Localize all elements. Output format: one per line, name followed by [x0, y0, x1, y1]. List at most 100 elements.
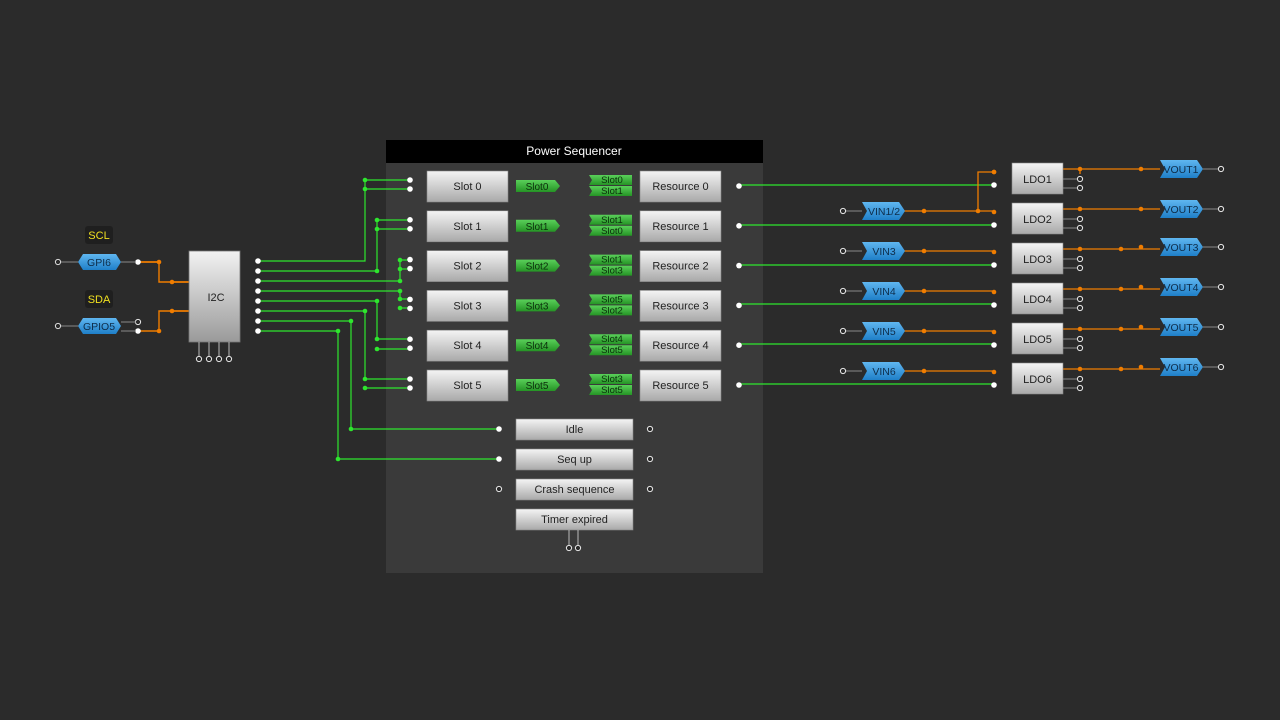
- ldo-enable-port[interactable]: [991, 342, 997, 348]
- slot-input-port[interactable]: [407, 226, 413, 232]
- slot-input-port[interactable]: [407, 217, 413, 223]
- gpio5-port[interactable]: [135, 328, 141, 334]
- crash-input-port[interactable]: [495, 485, 503, 493]
- slot-block-0[interactable]: Slot 0: [426, 170, 509, 203]
- i2c-bottom-port[interactable]: [205, 355, 213, 363]
- i2c-block[interactable]: I2C: [188, 250, 241, 356]
- i2c-bottom-port[interactable]: [225, 355, 233, 363]
- slot-block-2[interactable]: Slot 2: [426, 250, 509, 282]
- resource-input-tags-1[interactable]: Slot1Slot0: [589, 214, 632, 237]
- i2c-output-port[interactable]: [255, 278, 261, 284]
- vin-input-port[interactable]: [839, 287, 847, 295]
- vin-input-port[interactable]: [839, 207, 847, 215]
- i2c-output-port[interactable]: [255, 268, 261, 274]
- i2c-bottom-port[interactable]: [215, 355, 223, 363]
- vout-output-port[interactable]: [1217, 363, 1225, 371]
- slot-output-tag-5[interactable]: Slot5: [516, 379, 560, 392]
- ldo-aux-port[interactable]: [1076, 344, 1084, 352]
- ldo-enable-port[interactable]: [991, 222, 997, 228]
- control-output-port[interactable]: [646, 485, 654, 493]
- gpio5-pin[interactable]: GPIO5: [54, 318, 136, 334]
- slot-block-3[interactable]: Slot 3: [426, 290, 509, 322]
- slot-input-port[interactable]: [407, 265, 413, 272]
- resource-block-3[interactable]: Resource 3: [639, 290, 722, 322]
- ldo-aux-port[interactable]: [1076, 255, 1084, 263]
- resource-output-port[interactable]: [736, 342, 742, 349]
- vout-pin-3[interactable]: VOUT3: [1160, 238, 1225, 256]
- i2c-output-port[interactable]: [255, 328, 261, 334]
- slot-output-tag-0[interactable]: Slot0: [516, 180, 560, 193]
- resource-output-port[interactable]: [736, 183, 742, 189]
- slot-input-port[interactable]: [407, 376, 413, 382]
- resource-input-tags-2[interactable]: Slot1Slot3: [589, 254, 632, 277]
- i2c-output-port[interactable]: [255, 258, 261, 264]
- ldo-aux-port[interactable]: [1076, 304, 1084, 312]
- idle-block[interactable]: Idle: [515, 418, 634, 441]
- ldo-aux-port[interactable]: [1076, 375, 1084, 383]
- slot-input-port[interactable]: [407, 305, 413, 312]
- i2c-output-port[interactable]: [255, 298, 261, 304]
- crash-sequence-block[interactable]: Crash sequence: [515, 478, 634, 501]
- resource-output-port[interactable]: [736, 262, 742, 269]
- vout-output-port[interactable]: [1217, 323, 1225, 331]
- ldo-enable-port[interactable]: [991, 262, 997, 268]
- resource-block-0[interactable]: Resource 0: [639, 170, 722, 203]
- slot-input-port[interactable]: [407, 256, 413, 263]
- resource-block-2[interactable]: Resource 2: [639, 250, 722, 282]
- ldo-aux-port[interactable]: [1076, 264, 1084, 272]
- vout-pin-1[interactable]: VOUT1: [1160, 160, 1225, 178]
- vout-pin-4[interactable]: VOUT4: [1160, 278, 1225, 296]
- timer-port[interactable]: [565, 544, 573, 552]
- resource-input-tags-0[interactable]: Slot0Slot1: [589, 175, 632, 197]
- vout-pin-6[interactable]: VOUT6: [1160, 358, 1225, 376]
- vin-pin-0[interactable]: VIN1/2: [839, 202, 905, 220]
- i2c-output-port[interactable]: [255, 318, 261, 324]
- idle-input-port[interactable]: [496, 426, 502, 432]
- control-output-port[interactable]: [646, 455, 654, 463]
- slot-output-tag-4[interactable]: Slot4: [516, 339, 560, 352]
- ldo-aux-port[interactable]: [1076, 184, 1084, 192]
- ldo-aux-port[interactable]: [1076, 335, 1084, 343]
- ldo-aux-port[interactable]: [1076, 215, 1084, 223]
- slot-input-port[interactable]: [407, 336, 413, 343]
- slot-block-4[interactable]: Slot 4: [426, 329, 509, 362]
- slot-input-port[interactable]: [407, 345, 413, 352]
- gpio5-aux-port[interactable]: [134, 318, 142, 326]
- resource-input-tags-5[interactable]: Slot3Slot5: [589, 374, 632, 396]
- resource-block-1[interactable]: Resource 1: [639, 210, 722, 243]
- slot-input-port[interactable]: [407, 186, 413, 192]
- ldo-aux-port[interactable]: [1076, 384, 1084, 392]
- slot-output-tag-1[interactable]: Slot1: [516, 219, 560, 233]
- vout-output-port[interactable]: [1217, 165, 1225, 173]
- vin-pin-4[interactable]: VIN6: [839, 362, 905, 380]
- i2c-output-port[interactable]: [255, 288, 261, 294]
- slot-input-port[interactable]: [407, 177, 413, 183]
- vout-output-port[interactable]: [1217, 283, 1225, 291]
- resource-input-tags-4[interactable]: Slot4Slot5: [589, 334, 632, 356]
- vin-pin-2[interactable]: VIN4: [839, 282, 905, 300]
- slot-block-5[interactable]: Slot 5: [426, 369, 509, 402]
- timer-expired-block[interactable]: Timer expired: [515, 508, 634, 531]
- i2c-bottom-port[interactable]: [195, 355, 203, 363]
- vout-output-port[interactable]: [1217, 205, 1225, 213]
- vout-pin-5[interactable]: VOUT5: [1160, 318, 1225, 336]
- vout-output-port[interactable]: [1217, 243, 1225, 251]
- vin-input-port[interactable]: [839, 367, 847, 375]
- vin-pin-3[interactable]: VIN5: [839, 322, 905, 340]
- resource-block-5[interactable]: Resource 5: [639, 369, 722, 402]
- resource-output-port[interactable]: [736, 223, 742, 229]
- slot-output-tag-3[interactable]: Slot3: [516, 299, 560, 312]
- ldo-aux-port[interactable]: [1076, 224, 1084, 232]
- seq-up-block[interactable]: Seq up: [515, 448, 634, 471]
- resource-input-tags-3[interactable]: Slot5Slot2: [589, 294, 632, 316]
- slot-block-1[interactable]: Slot 1: [426, 210, 509, 243]
- vout-pin-2[interactable]: VOUT2: [1160, 200, 1225, 218]
- ldo-aux-port[interactable]: [1076, 175, 1084, 183]
- resource-output-port[interactable]: [736, 382, 742, 388]
- resource-block-4[interactable]: Resource 4: [639, 329, 722, 362]
- vin-pin-1[interactable]: VIN3: [839, 242, 905, 260]
- seq-up-input-port[interactable]: [496, 456, 502, 462]
- control-output-port[interactable]: [646, 425, 654, 433]
- slot-input-port[interactable]: [407, 296, 413, 303]
- gpi6-pin[interactable]: GPI6: [54, 254, 136, 270]
